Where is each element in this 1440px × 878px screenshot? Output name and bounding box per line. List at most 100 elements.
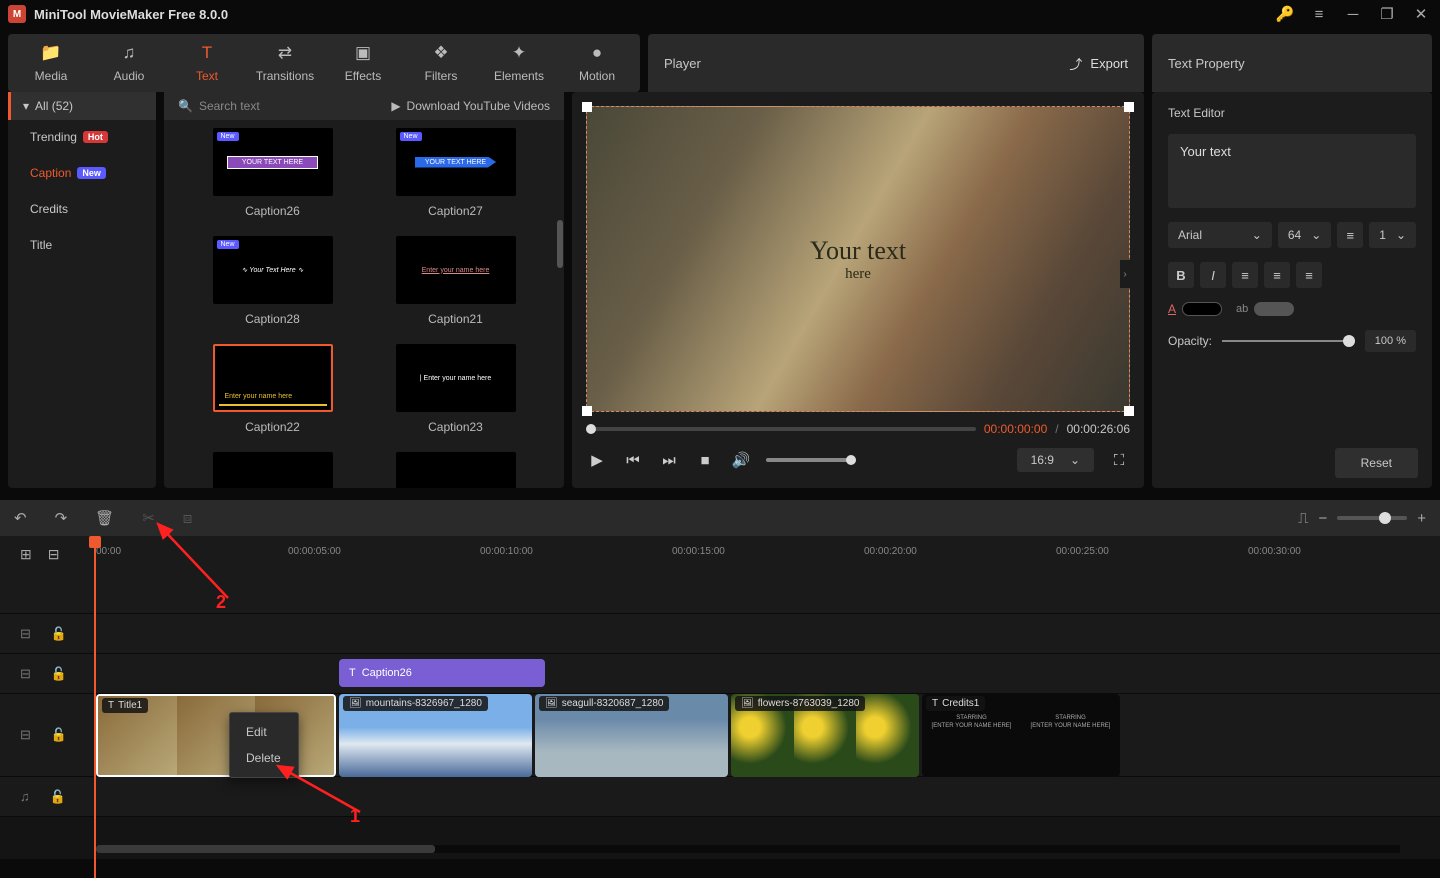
download-youtube-link[interactable]: ▶ Download YouTube Videos xyxy=(391,99,550,113)
aspect-ratio-select[interactable]: 16:9 ⌄ xyxy=(1017,448,1094,472)
timeline-scroll-thumb[interactable] xyxy=(96,845,435,853)
volume-handle[interactable] xyxy=(846,455,856,465)
tab-motion[interactable]: ●Motion xyxy=(558,40,636,86)
tab-text[interactable]: TText xyxy=(168,40,246,86)
preset-caption23[interactable]: | Enter your name hereCaption23 xyxy=(377,344,534,434)
remove-track-icon[interactable]: ⊟ xyxy=(48,546,60,563)
preset-caption22[interactable]: Enter your name hereCaption22 xyxy=(194,344,351,434)
prev-frame-button[interactable]: ⏮ xyxy=(622,452,644,469)
close-button[interactable]: ✕ xyxy=(1410,3,1432,25)
line-spacing-select[interactable]: 1 ⌄ xyxy=(1369,222,1416,248)
player-title: Player xyxy=(664,56,701,71)
export-button[interactable]: ⤴ Export xyxy=(1069,54,1128,73)
stop-button[interactable]: ■ xyxy=(694,452,716,469)
transitions-icon: ⇄ xyxy=(278,43,292,63)
zoom-slider[interactable] xyxy=(1337,516,1407,520)
video-track[interactable]: ⊟🔓 T Title1🖼 mountains-8326967_1280🖼 sea… xyxy=(0,694,1440,777)
preset-caption28[interactable]: New∿ Your Text Here ∿Caption28 xyxy=(194,236,351,326)
tab-label: Effects xyxy=(345,69,381,83)
tab-audio[interactable]: ♫Audio xyxy=(90,40,168,86)
text-track-1[interactable]: ⊟🔓 xyxy=(0,614,1440,654)
text-content-input[interactable] xyxy=(1168,134,1416,208)
opacity-handle[interactable] xyxy=(1343,335,1355,347)
tab-elements[interactable]: ✦Elements xyxy=(480,40,558,86)
maximize-button[interactable]: ❐ xyxy=(1376,3,1398,25)
font-family-select[interactable]: Arial ⌄ xyxy=(1168,222,1272,248)
selection-handle[interactable] xyxy=(1124,102,1134,112)
play-button[interactable]: ▶ xyxy=(586,451,608,469)
menu-icon[interactable]: ≡ xyxy=(1308,3,1330,25)
volume-icon[interactable]: 🔊 xyxy=(730,451,752,469)
font-size-select[interactable]: 64 ⌄ xyxy=(1278,222,1331,248)
category-title[interactable]: Title xyxy=(30,238,156,252)
preview-canvas[interactable]: Your text here xyxy=(586,106,1130,412)
grid-scrollbar-thumb[interactable] xyxy=(557,220,563,268)
align-left-button[interactable]: ≡ xyxy=(1232,262,1258,288)
main-tabs: 📁Media♫AudioTText⇄Transitions ▣ Effects ❖Fi… xyxy=(8,34,640,92)
text-property-panel: Text Editor Arial ⌄ 64 ⌄ ≡ 1 ⌄ B I xyxy=(1152,92,1432,488)
preset-caption27[interactable]: NewYOUR TEXT HERECaption27 xyxy=(377,128,534,218)
opacity-slider[interactable] xyxy=(1222,340,1355,342)
italic-button[interactable]: I xyxy=(1200,262,1226,288)
highlight-color-button[interactable] xyxy=(1254,302,1294,316)
snap-toggle[interactable]: ⎍ xyxy=(1298,510,1309,527)
category-all[interactable]: ▾ All (52) xyxy=(8,92,156,120)
zoom-out-button[interactable]: − xyxy=(1318,510,1327,527)
playhead[interactable] xyxy=(94,536,96,878)
fullscreen-button[interactable]: ⛶ xyxy=(1108,452,1130,469)
align-right-button[interactable]: ≡ xyxy=(1296,262,1322,288)
zoom-handle[interactable] xyxy=(1379,512,1391,524)
zoom-in-button[interactable]: + xyxy=(1417,510,1426,527)
text-track-2[interactable]: ⊟🔓 T Caption26 xyxy=(0,654,1440,694)
bold-button[interactable]: B xyxy=(1168,262,1194,288)
seek-bar[interactable] xyxy=(586,427,976,431)
add-track-icon[interactable]: ⊞ xyxy=(20,546,32,563)
video-clip[interactable]: 🖼 flowers-8763039_1280 xyxy=(731,694,919,777)
ruler-label: 00:00:10:00 xyxy=(480,546,672,557)
reset-button[interactable]: Reset xyxy=(1335,448,1418,478)
panel-collapse-handle[interactable]: › xyxy=(1120,260,1130,288)
effects-icon: ▣ xyxy=(355,43,371,63)
key-icon[interactable]: 🔑 xyxy=(1274,3,1296,25)
tab-filters[interactable]: ❖Filters xyxy=(402,40,480,86)
redo-button[interactable]: ↷ xyxy=(55,509,68,527)
preset-caption21[interactable]: Enter your name hereCaption21 xyxy=(377,236,534,326)
video-clip[interactable]: T Credits1STARRING[ENTER YOUR NAME HERE]… xyxy=(922,694,1120,777)
clip-type-icon: T xyxy=(932,698,938,709)
category-label: Caption xyxy=(30,166,71,180)
text-color-button[interactable] xyxy=(1182,302,1222,316)
undo-button[interactable]: ↶ xyxy=(14,509,27,527)
timeline-scrollbar[interactable] xyxy=(96,845,1400,853)
search-input[interactable]: 🔍 Search text xyxy=(178,99,260,113)
tab-media[interactable]: 📁Media xyxy=(12,40,90,86)
delete-button[interactable]: 🗑 xyxy=(95,509,114,527)
player-panel: Your text here 00:00:00:00 / 00:00:26:06… xyxy=(572,92,1144,488)
tab-label: Text xyxy=(196,69,218,83)
selection-handle[interactable] xyxy=(582,102,592,112)
category-caption[interactable]: CaptionNew xyxy=(30,166,156,180)
volume-slider[interactable] xyxy=(766,458,856,462)
align-center-button[interactable]: ≡ xyxy=(1264,262,1290,288)
lock-icon[interactable]: 🔓 xyxy=(51,666,67,682)
video-clip[interactable]: 🖼 seagull-8320687_1280 xyxy=(535,694,728,777)
category-credits[interactable]: Credits xyxy=(30,202,156,216)
selection-handle[interactable] xyxy=(582,406,592,416)
tab-transitions[interactable]: ⇄Transitions xyxy=(246,40,324,86)
audio-track[interactable]: ♫🔓 xyxy=(0,777,1440,817)
ctx-edit[interactable]: Edit xyxy=(230,719,298,745)
preview-text-line1: Your text xyxy=(810,236,906,266)
lock-icon[interactable]: 🔓 xyxy=(51,727,67,743)
text-clip-caption26[interactable]: T Caption26 xyxy=(339,659,545,687)
minimize-button[interactable]: ─ xyxy=(1342,3,1364,25)
tab-effects[interactable]: ▣ Effects xyxy=(324,40,402,86)
preset-caption26[interactable]: NewYOUR TEXT HERECaption26 xyxy=(194,128,351,218)
lock-icon[interactable]: 🔓 xyxy=(51,626,67,642)
highlight-icon: ab xyxy=(1236,303,1248,315)
selection-handle[interactable] xyxy=(1124,406,1134,416)
seek-handle[interactable] xyxy=(586,424,596,434)
lock-icon[interactable]: 🔓 xyxy=(50,789,66,805)
category-trending[interactable]: TrendingHot xyxy=(30,130,156,144)
tab-label: Filters xyxy=(425,69,458,83)
next-frame-button[interactable]: ⏭ xyxy=(658,452,680,469)
aspect-value: 16:9 xyxy=(1031,453,1054,467)
